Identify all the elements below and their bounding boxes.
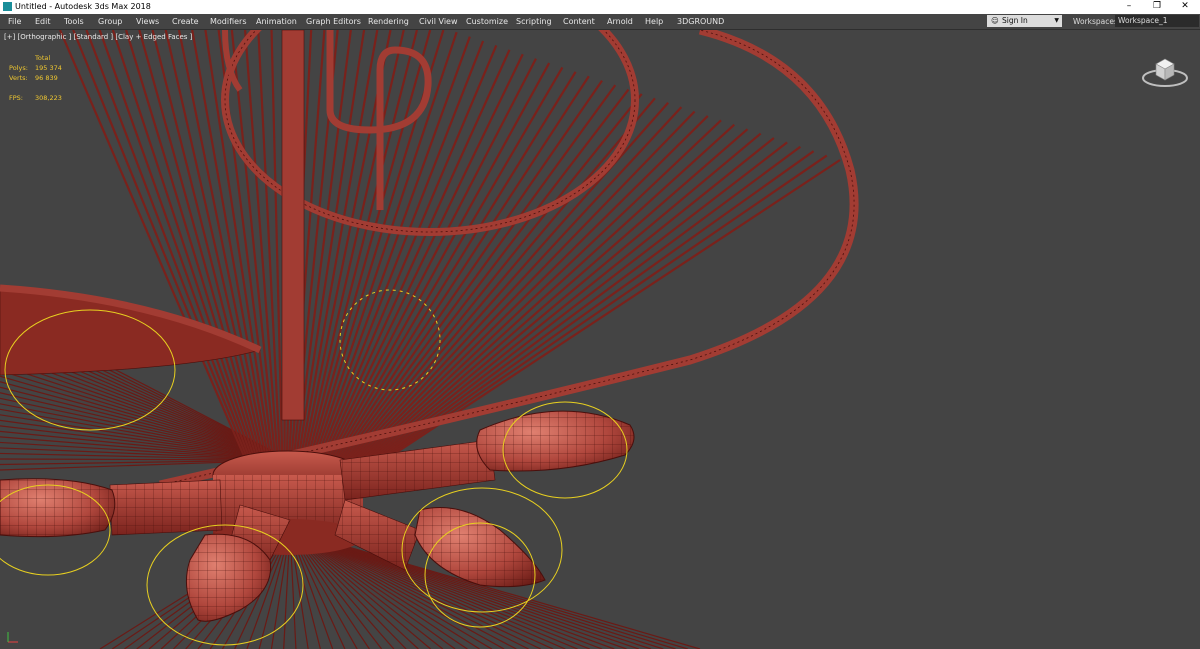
restore-icon[interactable]: ❐ bbox=[1142, 0, 1172, 14]
menu-bar: File Edit Tools Group Views Create Modifiers An… bbox=[0, 14, 1200, 30]
fps-value: 308,223 bbox=[35, 94, 62, 102]
viewcube-icon[interactable] bbox=[1140, 52, 1190, 92]
polys-label: Polys: bbox=[9, 64, 28, 72]
menu-graph-editors[interactable]: Graph Editors bbox=[306, 14, 361, 29]
menu-content[interactable]: Content bbox=[563, 14, 595, 29]
workspaces-label: Workspaces: bbox=[1073, 17, 1121, 26]
menu-group[interactable]: Group bbox=[98, 14, 122, 29]
minimize-icon[interactable]: – bbox=[1114, 0, 1144, 14]
chevron-down-icon: ▼ bbox=[1054, 17, 1059, 24]
app-logo-icon bbox=[3, 2, 12, 11]
fps-label: FPS: bbox=[9, 94, 23, 102]
central-rod bbox=[281, 30, 305, 421]
menu-arnold[interactable]: Arnold bbox=[607, 14, 633, 29]
close-icon[interactable]: ✕ bbox=[1170, 0, 1200, 14]
axis-tripod-icon bbox=[7, 632, 18, 643]
window-title: Untitled - Autodesk 3ds Max 2018 bbox=[15, 2, 151, 11]
menu-edit[interactable]: Edit bbox=[35, 14, 51, 29]
menu-tools[interactable]: Tools bbox=[64, 14, 84, 29]
sign-in-label: Sign In bbox=[1002, 16, 1028, 25]
menu-help[interactable]: Help bbox=[645, 14, 663, 29]
stats-header: Total bbox=[35, 54, 51, 62]
menu-modifiers[interactable]: Modifiers bbox=[210, 14, 247, 29]
verts-label: Verts: bbox=[9, 74, 28, 82]
polys-value: 195 374 bbox=[35, 64, 62, 72]
title-bar: Untitled - Autodesk 3ds Max 2018 – ❐ ✕ bbox=[0, 0, 1200, 14]
verts-value: 96 839 bbox=[35, 74, 58, 82]
sign-in-button[interactable]: ☺ Sign In ▼ bbox=[987, 15, 1062, 27]
menu-customize[interactable]: Customize bbox=[466, 14, 508, 29]
menu-create[interactable]: Create bbox=[172, 14, 199, 29]
spiral-tube bbox=[326, 30, 432, 210]
menu-civil-view[interactable]: Civil View bbox=[419, 14, 458, 29]
menu-scripting[interactable]: Scripting bbox=[516, 14, 552, 29]
scene-3d-model[interactable] bbox=[0, 30, 1200, 649]
workspace-dropdown[interactable]: Workspace_1 bbox=[1115, 15, 1199, 27]
viewport-label[interactable]: [+] [Orthographic ] [Standard ] [Clay + … bbox=[4, 33, 192, 41]
viewport-perspective[interactable]: [+] [Orthographic ] [Standard ] [Clay + … bbox=[0, 30, 1200, 649]
menu-views[interactable]: Views bbox=[136, 14, 159, 29]
menu-rendering[interactable]: Rendering bbox=[368, 14, 409, 29]
user-icon: ☺ bbox=[991, 16, 999, 25]
menu-3dground[interactable]: 3DGROUND bbox=[677, 14, 724, 29]
menu-animation[interactable]: Animation bbox=[256, 14, 297, 29]
workspace-value: Workspace_1 bbox=[1118, 16, 1168, 25]
menu-file[interactable]: File bbox=[8, 14, 21, 29]
